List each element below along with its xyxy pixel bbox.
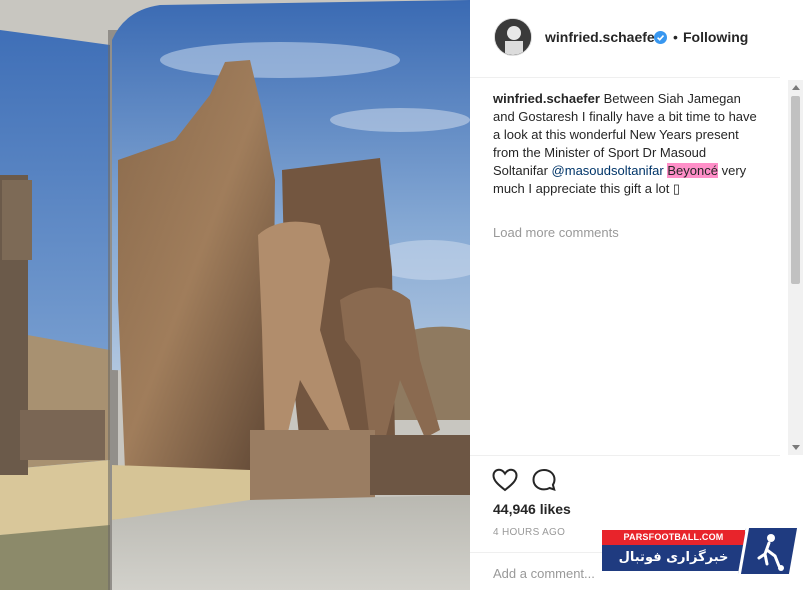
post-timestamp[interactable]: 4 HOURS AGO <box>493 527 565 538</box>
parsfootball-watermark: PARSFOOTBALL.COM خبرگزاری فوتبال ایران <box>602 528 798 591</box>
watermark-site: PARSFOOTBALL.COM <box>602 530 745 545</box>
scroll-down-arrow-icon[interactable] <box>792 445 800 450</box>
likes-count[interactable]: 44,946 likes <box>493 501 571 517</box>
watermark-tagline: خبرگزاری فوتبال ایران <box>602 545 745 591</box>
load-more-comments-link[interactable]: Load more comments <box>493 225 619 240</box>
post-image[interactable] <box>0 0 470 590</box>
post-header: winfried.schaefer • Following <box>470 0 780 78</box>
footballer-logo-icon <box>757 534 784 571</box>
following-button[interactable]: Following <box>683 29 748 45</box>
heart-icon[interactable] <box>492 468 518 492</box>
highlighted-word: Beyoncé <box>667 163 718 178</box>
caption-username[interactable]: winfried.schaefer <box>493 91 600 106</box>
verified-badge-icon <box>654 31 667 44</box>
scrollbar-thumb[interactable] <box>791 96 800 284</box>
book-photo-illustration <box>0 0 470 590</box>
caption: winfried.schaefer Between Siah Jamegan a… <box>493 90 759 198</box>
post-detail-panel: winfried.schaefer • Following winfried.s… <box>470 0 803 590</box>
speech-bubble-icon[interactable] <box>531 468 557 492</box>
caption-mention[interactable]: @masoudsoltanifar <box>552 163 664 178</box>
comments-scrollbar[interactable] <box>788 80 803 455</box>
post-author-username[interactable]: winfried.schaefer <box>545 29 660 45</box>
scroll-up-arrow-icon[interactable] <box>792 85 800 90</box>
header-separator: • <box>673 29 678 45</box>
watermark-logo <box>737 528 798 574</box>
avatar[interactable] <box>494 18 532 56</box>
avatar-image <box>495 19 531 55</box>
